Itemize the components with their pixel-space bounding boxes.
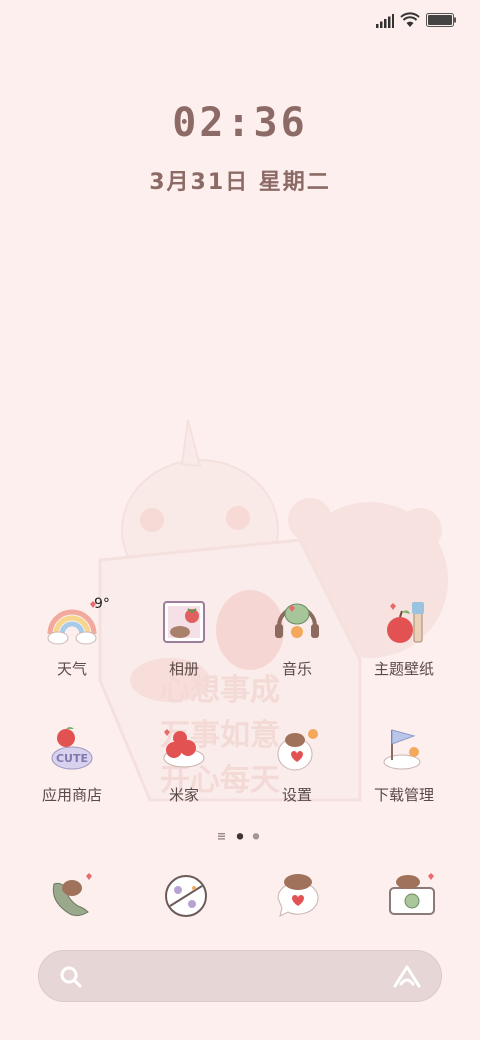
browser-icon[interactable] <box>160 870 212 922</box>
cellular-signal-icon <box>376 14 394 28</box>
app-label: 音乐 <box>281 661 312 678</box>
camera-icon[interactable] <box>386 870 438 922</box>
mi-home-icon <box>163 729 205 768</box>
download-manager-icon <box>383 729 421 770</box>
wifi-icon <box>400 12 420 27</box>
battery-icon <box>426 13 456 27</box>
app-store-icon: CUTE <box>51 727 93 770</box>
themes-icon <box>387 602 424 643</box>
app-weather[interactable]: 天气 <box>22 598 122 708</box>
app-label: 主题壁纸 <box>373 661 434 678</box>
search-bar[interactable] <box>38 950 442 1002</box>
page-dot-active <box>236 833 244 840</box>
messages-icon[interactable] <box>272 870 324 922</box>
app-themes[interactable]: 主题壁纸 <box>354 598 454 708</box>
app-settings[interactable]: 设置 <box>247 724 347 834</box>
search-icon[interactable] <box>58 964 84 990</box>
app-gallery[interactable]: 相册 <box>134 598 234 708</box>
page-indicator[interactable] <box>218 830 264 842</box>
app-label: 天气 <box>56 661 87 678</box>
app-label: 应用商店 <box>41 787 102 804</box>
app-label: 米家 <box>168 787 199 804</box>
list-pages-icon <box>218 833 225 840</box>
page-dot <box>252 833 260 840</box>
weather-rainbow-icon <box>47 601 97 645</box>
phone-icon[interactable] <box>46 870 98 922</box>
clock-date: 3月31日 星期二 <box>149 170 331 195</box>
assistant-icon[interactable] <box>392 964 422 990</box>
home-screen: 02:36 3月31日 星期二 心想事成 万事如意 开心每天 9° 天气 相册 … <box>0 0 480 1040</box>
music-icon <box>275 603 319 638</box>
status-bar <box>0 0 480 40</box>
app-mi-home[interactable]: 米家 <box>134 724 234 834</box>
svg-text:CUTE: CUTE <box>56 752 88 765</box>
app-store[interactable]: CUTE 应用商店 <box>22 724 122 834</box>
app-label: 设置 <box>281 787 312 804</box>
app-downloads[interactable]: 下载管理 <box>354 724 454 834</box>
settings-icon <box>277 729 318 771</box>
app-label: 相册 <box>168 661 199 678</box>
gallery-icon <box>163 601 205 643</box>
app-label: 下载管理 <box>373 787 434 804</box>
clock-time[interactable]: 02:36 <box>0 100 480 146</box>
app-music[interactable]: 音乐 <box>247 598 347 708</box>
